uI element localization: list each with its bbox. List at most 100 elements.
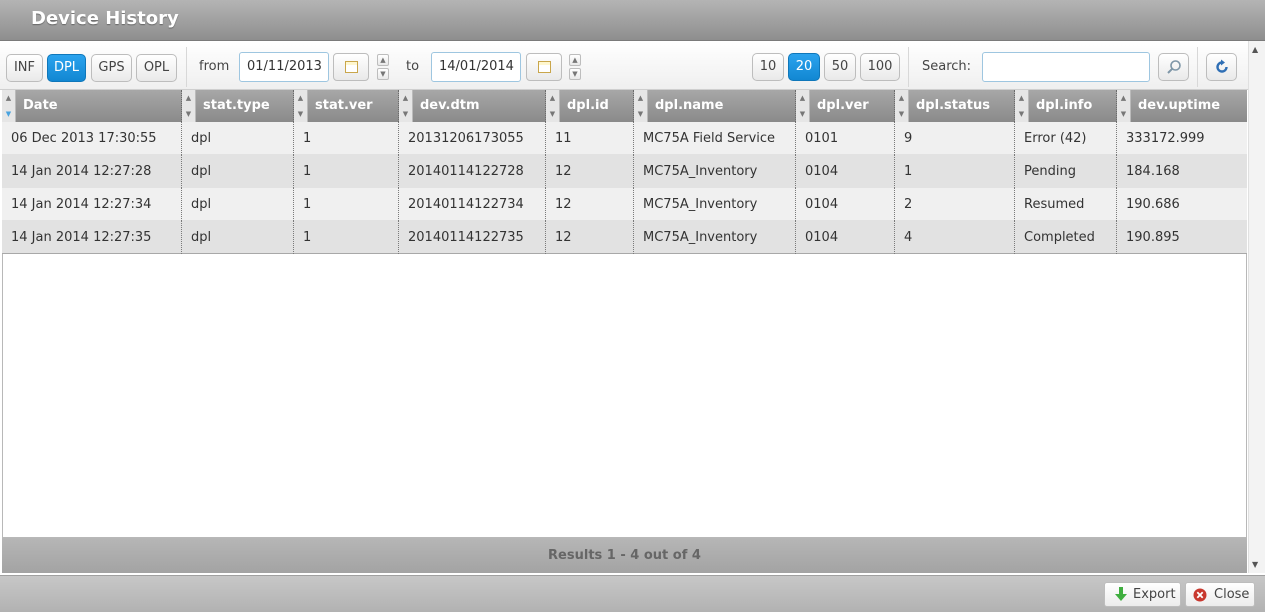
cell-dpl-ver: 0101 xyxy=(796,122,895,155)
cell-stat-ver: 1 xyxy=(294,122,399,155)
column-header-dpl-id[interactable]: ▲ ▼ dpl.id xyxy=(546,90,634,122)
calendar-icon xyxy=(538,61,551,73)
toolbar-divider xyxy=(908,47,909,87)
cell-dpl-name: MC75A_Inventory xyxy=(634,188,796,221)
sort-arrows-icon[interactable]: ▲ ▼ xyxy=(294,90,308,122)
column-header-label: dpl.id xyxy=(567,98,609,113)
cell-dev-dtm: 20131206173055 xyxy=(399,122,546,155)
column-header-dpl-ver[interactable]: ▲ ▼ dpl.ver xyxy=(796,90,895,122)
from-date-field[interactable]: 01/11/2013 xyxy=(239,52,329,82)
cell-date: 06 Dec 2013 17:30:55 xyxy=(2,122,182,155)
from-date-down-icon[interactable]: ▼ xyxy=(377,68,389,80)
to-date-down-icon[interactable]: ▼ xyxy=(569,68,581,80)
search-label: Search: xyxy=(922,59,972,74)
page-size-10-button[interactable]: 10 xyxy=(752,53,784,81)
cell-stat-ver: 1 xyxy=(294,221,399,254)
cell-dev-dtm: 20140114122734 xyxy=(399,188,546,221)
page-size-50-button[interactable]: 50 xyxy=(824,53,856,81)
close-circle-icon xyxy=(1193,588,1207,602)
cell-dev-uptime: 190.686 xyxy=(1126,197,1180,212)
cell-dpl-name: MC75A_Inventory xyxy=(634,221,796,254)
close-button[interactable]: Close xyxy=(1185,582,1255,607)
page-size-20-button[interactable]: 20 xyxy=(788,53,820,81)
sort-arrows-icon[interactable]: ▲ ▼ xyxy=(796,90,810,122)
sort-arrows-icon[interactable]: ▲ ▼ xyxy=(182,90,196,122)
cell-dpl-name: MC75A_Inventory xyxy=(634,155,796,188)
column-header-label: dpl.info xyxy=(1036,98,1093,113)
refresh-button[interactable] xyxy=(1206,53,1237,81)
search-input[interactable] xyxy=(982,52,1150,82)
cell-dev-uptime: 184.168 xyxy=(1126,164,1180,179)
cell-dpl-ver: 0104 xyxy=(796,188,895,221)
cell-dpl-status: 4 xyxy=(895,221,1015,254)
sort-arrows-icon[interactable]: ▲ ▼ xyxy=(1015,90,1029,122)
column-header-label: Date xyxy=(23,98,58,113)
to-calendar-button[interactable] xyxy=(526,53,562,81)
sort-arrows-icon[interactable]: ▲ ▼ xyxy=(634,90,648,122)
column-header-dpl-status[interactable]: ▲ ▼ dpl.status xyxy=(895,90,1015,122)
column-header-label: stat.type xyxy=(203,98,270,113)
sort-arrows-icon[interactable]: ▲ ▼ xyxy=(1117,90,1131,122)
column-header-label: dev.uptime xyxy=(1138,98,1221,113)
vertical-scrollbar[interactable]: ▲ ▼ xyxy=(1248,41,1265,573)
table-row[interactable]: 14 Jan 2014 12:27:35 dpl 1 2014011412273… xyxy=(2,221,1247,254)
table-header: ▲ ▼ Date ▲ ▼ stat.type ▲ ▼ stat.ver ▲ ▼ dev.… xyxy=(2,90,1247,122)
refresh-icon xyxy=(1215,59,1228,73)
dialog-footer: Export Close xyxy=(0,575,1265,612)
cell-dpl-info: Resumed xyxy=(1015,188,1117,221)
to-label: to xyxy=(406,59,420,74)
column-header-dpl-info[interactable]: ▲ ▼ dpl.info xyxy=(1015,90,1117,122)
cell-stat-type: dpl xyxy=(182,155,294,188)
table-row[interactable]: 14 Jan 2014 12:27:28 dpl 1 2014011412272… xyxy=(2,155,1247,188)
page-size-100-button[interactable]: 100 xyxy=(860,53,900,81)
cell-dpl-ver: 0104 xyxy=(796,155,895,188)
cell-stat-ver: 1 xyxy=(294,155,399,188)
cell-dpl-id: 12 xyxy=(546,188,634,221)
column-header-label: stat.ver xyxy=(315,98,373,113)
cell-dev-uptime: 190.895 xyxy=(1126,230,1180,245)
from-date-up-icon[interactable]: ▲ xyxy=(377,54,389,66)
column-header-dev-dtm[interactable]: ▲ ▼ dev.dtm xyxy=(399,90,546,122)
sort-arrows-icon[interactable]: ▲ ▼ xyxy=(2,90,16,122)
scroll-down-icon[interactable]: ▼ xyxy=(1252,560,1258,569)
cell-dpl-name: MC75A Field Service xyxy=(634,122,796,155)
column-header-date[interactable]: ▲ ▼ Date xyxy=(2,90,182,122)
to-date-field[interactable]: 14/01/2014 xyxy=(431,52,521,82)
cell-date: 14 Jan 2014 12:27:35 xyxy=(2,221,182,254)
column-header-stat-type[interactable]: ▲ ▼ stat.type xyxy=(182,90,294,122)
cell-dpl-status: 2 xyxy=(895,188,1015,221)
filter-opl-button[interactable]: OPL xyxy=(136,54,177,82)
sort-arrows-icon[interactable]: ▲ ▼ xyxy=(399,90,413,122)
table-row[interactable]: 14 Jan 2014 12:27:34 dpl 1 2014011412273… xyxy=(2,188,1247,221)
filter-gps-button[interactable]: GPS xyxy=(91,54,132,82)
filter-inf-button[interactable]: INF xyxy=(6,54,43,82)
window-title: Device History xyxy=(31,8,179,29)
cell-dpl-id: 11 xyxy=(546,122,634,155)
sort-arrows-icon[interactable]: ▲ ▼ xyxy=(895,90,909,122)
download-arrow-icon xyxy=(1115,587,1127,601)
column-header-stat-ver[interactable]: ▲ ▼ stat.ver xyxy=(294,90,399,122)
from-label: from xyxy=(199,59,230,74)
cell-dpl-ver: 0104 xyxy=(796,221,895,254)
cell-dpl-id: 12 xyxy=(546,155,634,188)
cell-date: 14 Jan 2014 12:27:28 xyxy=(2,155,182,188)
cell-dev-uptime: 333172.999 xyxy=(1126,131,1205,146)
from-calendar-button[interactable] xyxy=(333,53,369,81)
table-row[interactable]: 06 Dec 2013 17:30:55 dpl 1 2013120617305… xyxy=(2,122,1247,155)
scroll-up-icon[interactable]: ▲ xyxy=(1252,45,1258,54)
cell-dpl-info: Pending xyxy=(1015,155,1117,188)
cell-dpl-status: 9 xyxy=(895,122,1015,155)
toolbar-divider xyxy=(186,47,187,87)
cell-dpl-info: Completed xyxy=(1015,221,1117,254)
export-button[interactable]: Export xyxy=(1104,582,1181,607)
cell-stat-type: dpl xyxy=(182,122,294,155)
sort-arrows-icon[interactable]: ▲ ▼ xyxy=(546,90,560,122)
cell-dev-dtm: 20140114122728 xyxy=(399,155,546,188)
search-button[interactable] xyxy=(1158,53,1189,81)
filter-dpl-button[interactable]: DPL xyxy=(47,54,86,82)
column-header-dpl-name[interactable]: ▲ ▼ dpl.name xyxy=(634,90,796,122)
column-header-dev-uptime[interactable]: ▲ ▼ dev.uptime xyxy=(1117,90,1247,122)
search-icon xyxy=(1166,59,1181,74)
to-date-up-icon[interactable]: ▲ xyxy=(569,54,581,66)
cell-dpl-status: 1 xyxy=(895,155,1015,188)
